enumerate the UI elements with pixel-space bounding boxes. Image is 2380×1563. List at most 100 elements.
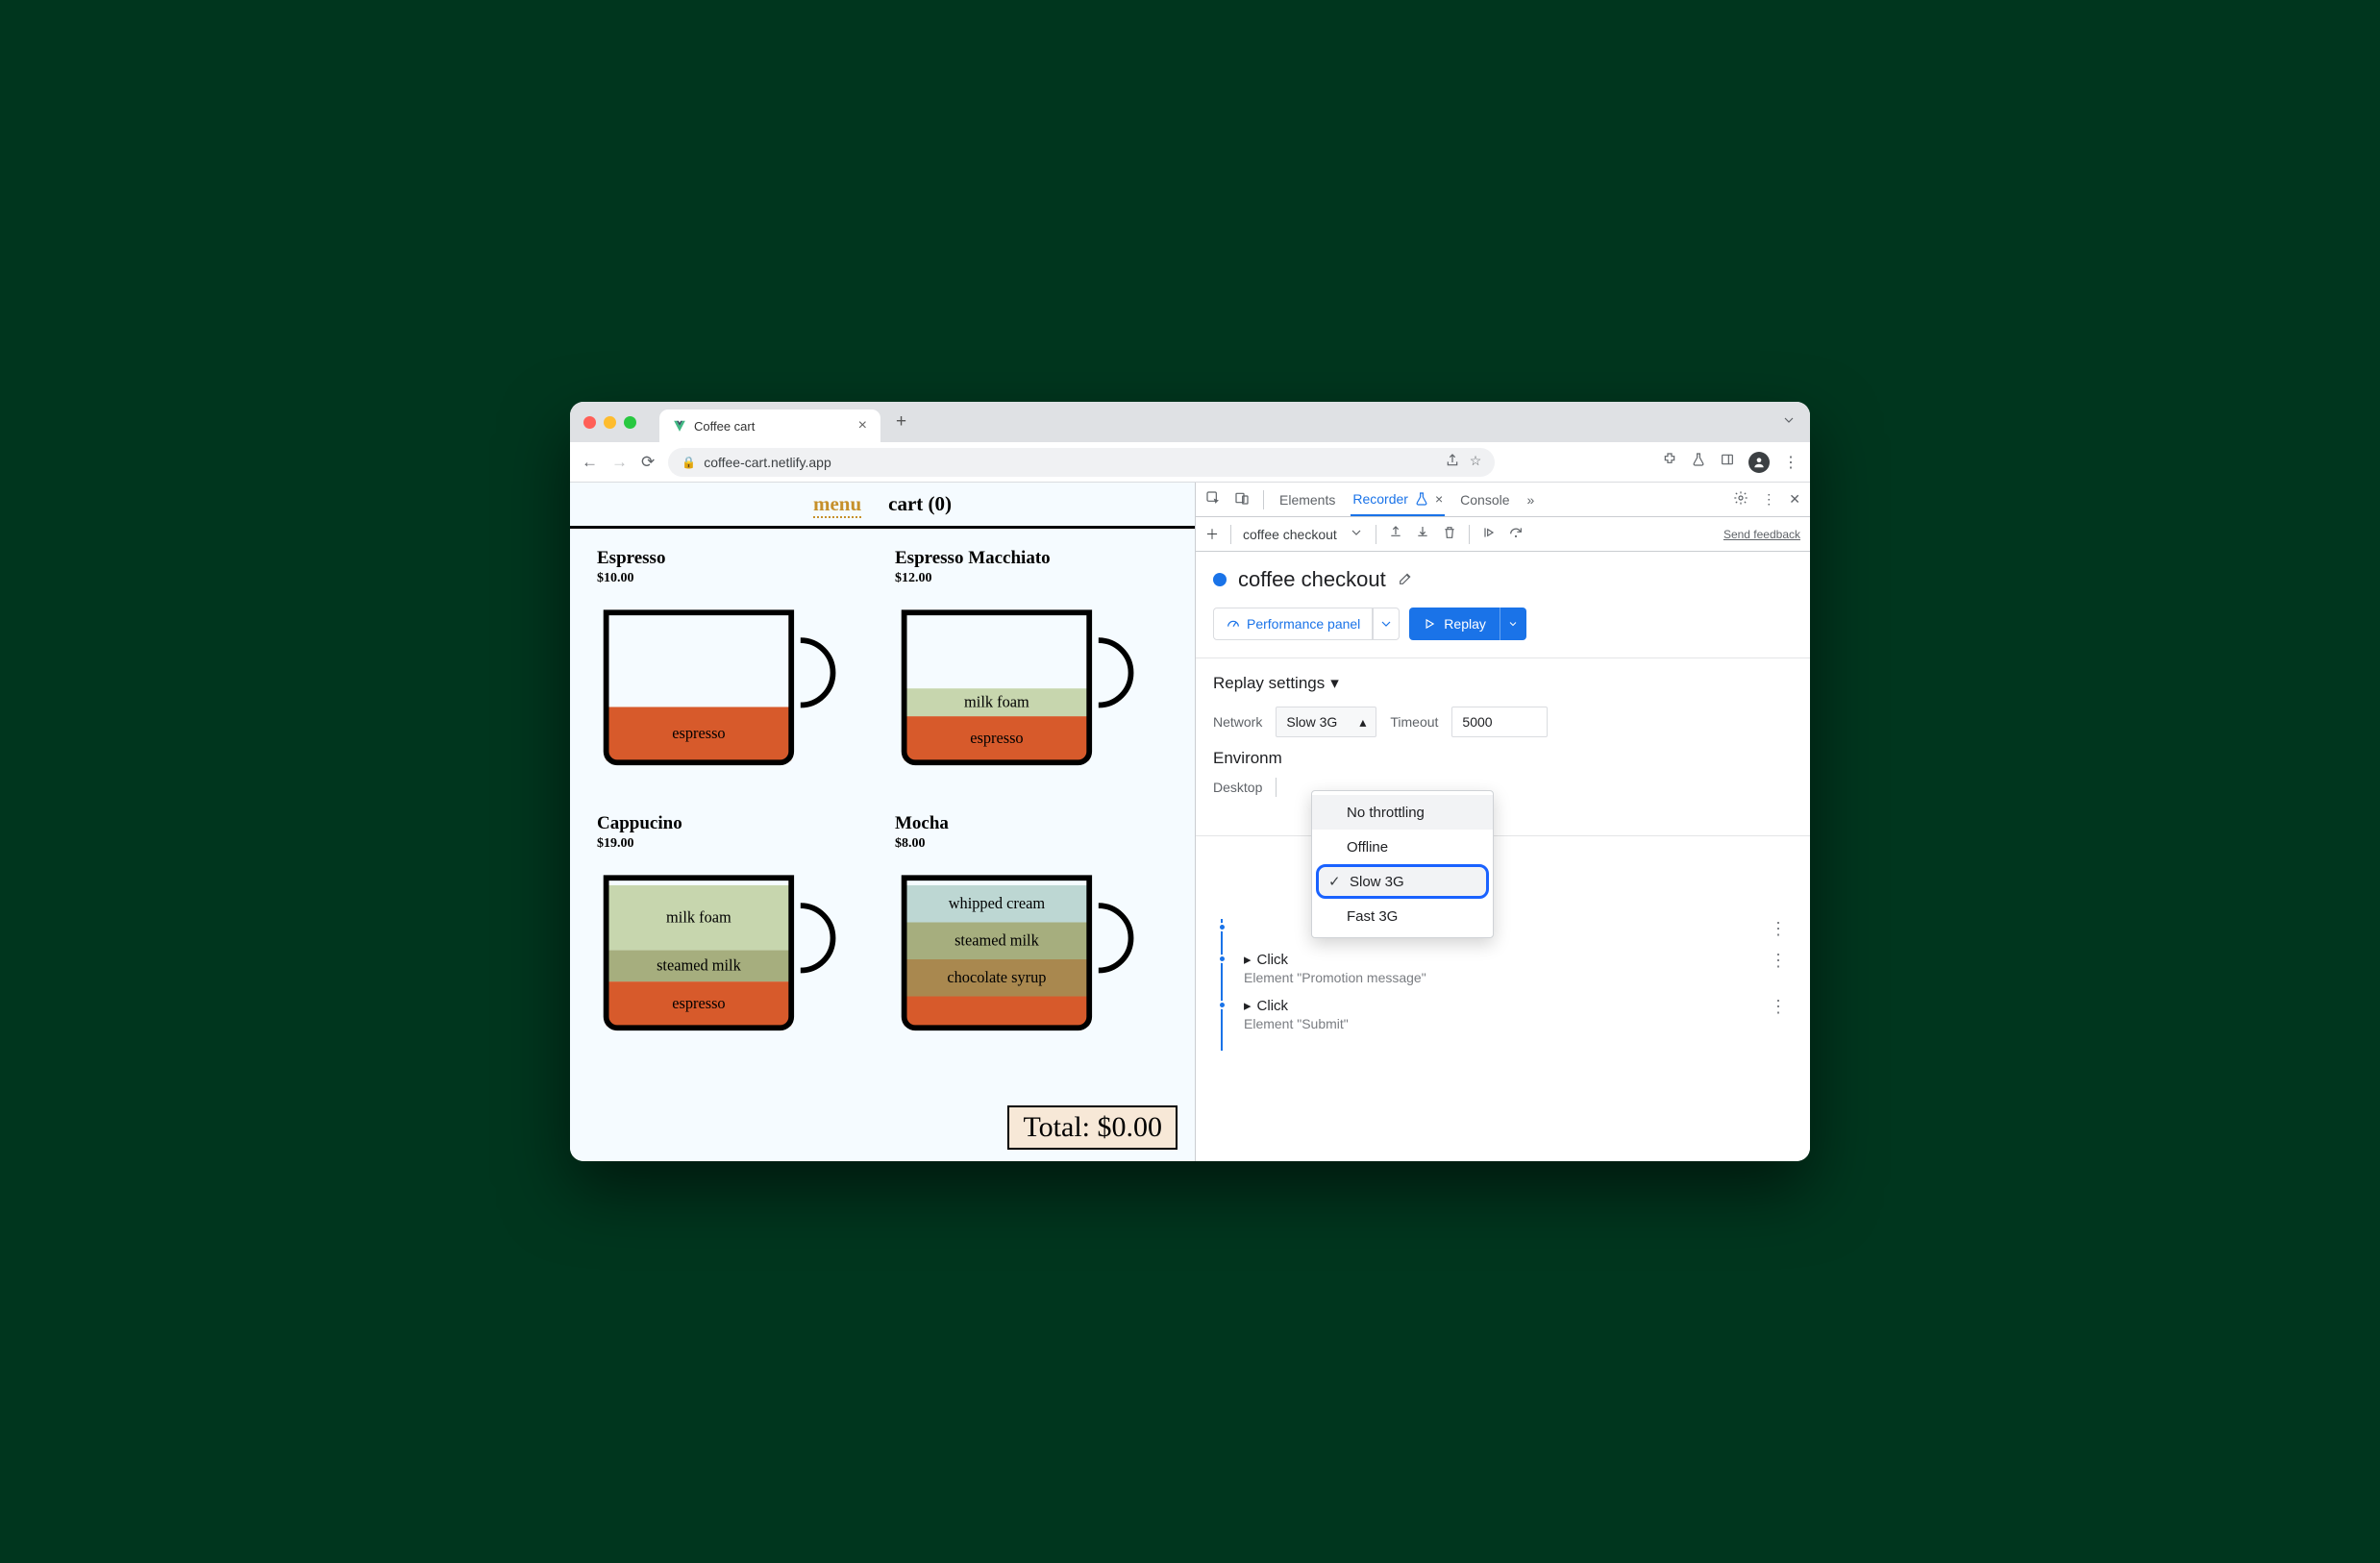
recorder-step[interactable]: ▸Click Element "Promotion message" ⋮ — [1213, 945, 1793, 991]
window-dropdown-icon[interactable] — [1781, 412, 1797, 433]
replay-settings-header[interactable]: Replay settings ▾ — [1213, 674, 1793, 693]
vue-favicon-icon — [673, 419, 686, 433]
product-card[interactable]: Cappucino $19.00 espressosteamed milkmil… — [597, 813, 856, 1052]
svg-text:milk foam: milk foam — [964, 692, 1029, 710]
devtools-kebab-icon[interactable]: ⋮ — [1762, 491, 1775, 508]
option-label: Slow 3G — [1350, 874, 1404, 890]
play-icon — [1423, 617, 1436, 631]
network-label: Network — [1213, 714, 1262, 730]
chevron-up-icon: ▴ — [1359, 714, 1366, 731]
replay-dropdown[interactable] — [1500, 608, 1526, 640]
step-kebab-icon[interactable]: ⋮ — [1764, 919, 1793, 939]
check-icon: ✓ — [1328, 873, 1341, 890]
throttle-option[interactable]: No throttling — [1312, 795, 1493, 830]
send-feedback-link[interactable]: Send feedback — [1723, 528, 1800, 541]
forward-button[interactable]: → — [611, 453, 628, 472]
step-kebab-icon[interactable]: ⋮ — [1764, 997, 1793, 1031]
device-label: Desktop — [1213, 780, 1262, 795]
tab-console[interactable]: Console — [1458, 483, 1511, 516]
svg-text:whipped cream: whipped cream — [949, 894, 1046, 912]
reload-button[interactable]: ⟳ — [641, 453, 655, 472]
product-grid: Espresso $10.00 espresso Espresso Macchi… — [570, 529, 1195, 1071]
address-bar[interactable]: 🔒 coffee-cart.netlify.app ☆ — [668, 448, 1495, 477]
performance-panel-button[interactable]: Performance panel — [1213, 608, 1373, 640]
settings-gear-icon[interactable] — [1733, 490, 1748, 509]
svg-text:espresso: espresso — [672, 724, 725, 742]
throttle-option[interactable]: ✓ Slow 3G — [1316, 864, 1489, 899]
recorder-step[interactable]: ▸Click Element "Submit" ⋮ — [1213, 991, 1793, 1037]
svg-text:chocolate syrup: chocolate syrup — [947, 968, 1046, 986]
svg-text:espresso: espresso — [672, 994, 725, 1012]
back-button[interactable]: ← — [582, 453, 598, 472]
product-card[interactable]: Espresso $10.00 espresso — [597, 548, 856, 786]
network-throttle-dropdown: No throttlingOffline ✓ Slow 3G Fast 3G — [1311, 790, 1494, 938]
product-cup-icon: espresso — [597, 594, 847, 786]
profile-avatar-icon[interactable] — [1748, 452, 1770, 473]
edit-icon[interactable] — [1398, 567, 1413, 592]
throttle-option[interactable]: Fast 3G — [1312, 899, 1493, 933]
maximize-window-icon[interactable] — [624, 416, 636, 429]
recording-selector[interactable]: coffee checkout — [1243, 527, 1337, 542]
recorder-step[interactable]: ⋮ — [1213, 913, 1793, 945]
close-window-icon[interactable] — [583, 416, 596, 429]
chevron-down-icon[interactable] — [1349, 525, 1364, 543]
new-tab-button[interactable]: + — [896, 411, 906, 433]
webpage: menu cart (0) Espresso $10.00 espresso E… — [570, 483, 1195, 1161]
total-box[interactable]: Total: $0.00 — [1007, 1105, 1178, 1150]
throttle-option[interactable]: Offline — [1312, 830, 1493, 864]
urlbar-actions: ☆ — [1445, 453, 1482, 471]
nav-cart-link[interactable]: cart (0) — [888, 492, 952, 518]
svg-text:milk foam: milk foam — [666, 907, 731, 926]
delete-icon[interactable] — [1442, 525, 1457, 543]
tab-more[interactable]: » — [1525, 483, 1537, 516]
extensions-icon[interactable] — [1662, 452, 1677, 472]
browser-tab[interactable]: Coffee cart × — [659, 409, 880, 442]
expand-icon[interactable]: ▸ — [1244, 951, 1252, 968]
recorder-body: coffee checkout Performance panel — [1196, 552, 1810, 1161]
product-price: $19.00 — [597, 836, 856, 852]
export-icon[interactable] — [1388, 525, 1403, 543]
performance-panel-dropdown[interactable] — [1373, 608, 1400, 640]
bookmark-icon[interactable]: ☆ — [1470, 453, 1482, 471]
step-kebab-icon[interactable]: ⋮ — [1764, 951, 1793, 985]
new-recording-icon[interactable]: ＋ — [1205, 525, 1219, 544]
tab-close-icon[interactable]: × — [1435, 491, 1443, 507]
product-cup-icon: chocolate syrupsteamed milkwhipped cream — [895, 859, 1145, 1052]
devtools-close-icon[interactable]: ✕ — [1789, 491, 1800, 508]
device-mode-icon[interactable] — [1234, 490, 1250, 509]
share-icon[interactable] — [1445, 453, 1460, 471]
tab-close-icon[interactable]: × — [858, 417, 867, 434]
nav-menu-link[interactable]: menu — [813, 492, 861, 518]
content-split: menu cart (0) Espresso $10.00 espresso E… — [570, 483, 1810, 1161]
step-over-icon[interactable] — [1508, 525, 1524, 543]
tab-title: Coffee cart — [694, 419, 755, 434]
minimize-window-icon[interactable] — [604, 416, 616, 429]
product-card[interactable]: Espresso Macchiato $12.00 espressomilk f… — [895, 548, 1154, 786]
product-card[interactable]: Mocha $8.00 chocolate syrupsteamed milkw… — [895, 813, 1154, 1052]
network-row: Network Slow 3G ▴ Timeout 5000 — [1213, 707, 1793, 737]
timeout-input[interactable]: 5000 — [1451, 707, 1548, 737]
step-icon[interactable] — [1481, 525, 1497, 543]
url-text: coffee-cart.netlify.app — [704, 455, 831, 470]
product-cup-icon: espressomilk foam — [895, 594, 1145, 786]
tab-elements[interactable]: Elements — [1277, 483, 1337, 516]
product-name: Espresso Macchiato — [895, 548, 1154, 569]
divider — [1196, 657, 1810, 658]
labs-icon[interactable] — [1691, 452, 1706, 472]
kebab-menu-icon[interactable]: ⋮ — [1783, 453, 1798, 472]
gauge-icon — [1226, 616, 1241, 632]
product-price: $10.00 — [597, 571, 856, 586]
toolbar-right: ⋮ — [1662, 452, 1798, 473]
recorder-toolbar: ＋ coffee checkout Send feedback — [1196, 517, 1810, 552]
labs-icon — [1414, 491, 1429, 507]
svg-text:steamed milk: steamed milk — [657, 956, 742, 975]
import-icon[interactable] — [1415, 525, 1430, 543]
product-price: $12.00 — [895, 571, 1154, 586]
replay-button[interactable]: Replay — [1409, 608, 1500, 640]
tab-recorder[interactable]: Recorder × — [1351, 483, 1445, 516]
expand-icon[interactable]: ▸ — [1244, 997, 1252, 1014]
steps-list: ⋮ ▸Click Element "Promotion message" ⋮ ▸… — [1213, 913, 1793, 1037]
inspect-icon[interactable] — [1205, 490, 1221, 509]
side-panel-icon[interactable] — [1720, 452, 1735, 472]
network-select[interactable]: Slow 3G ▴ — [1276, 707, 1376, 737]
